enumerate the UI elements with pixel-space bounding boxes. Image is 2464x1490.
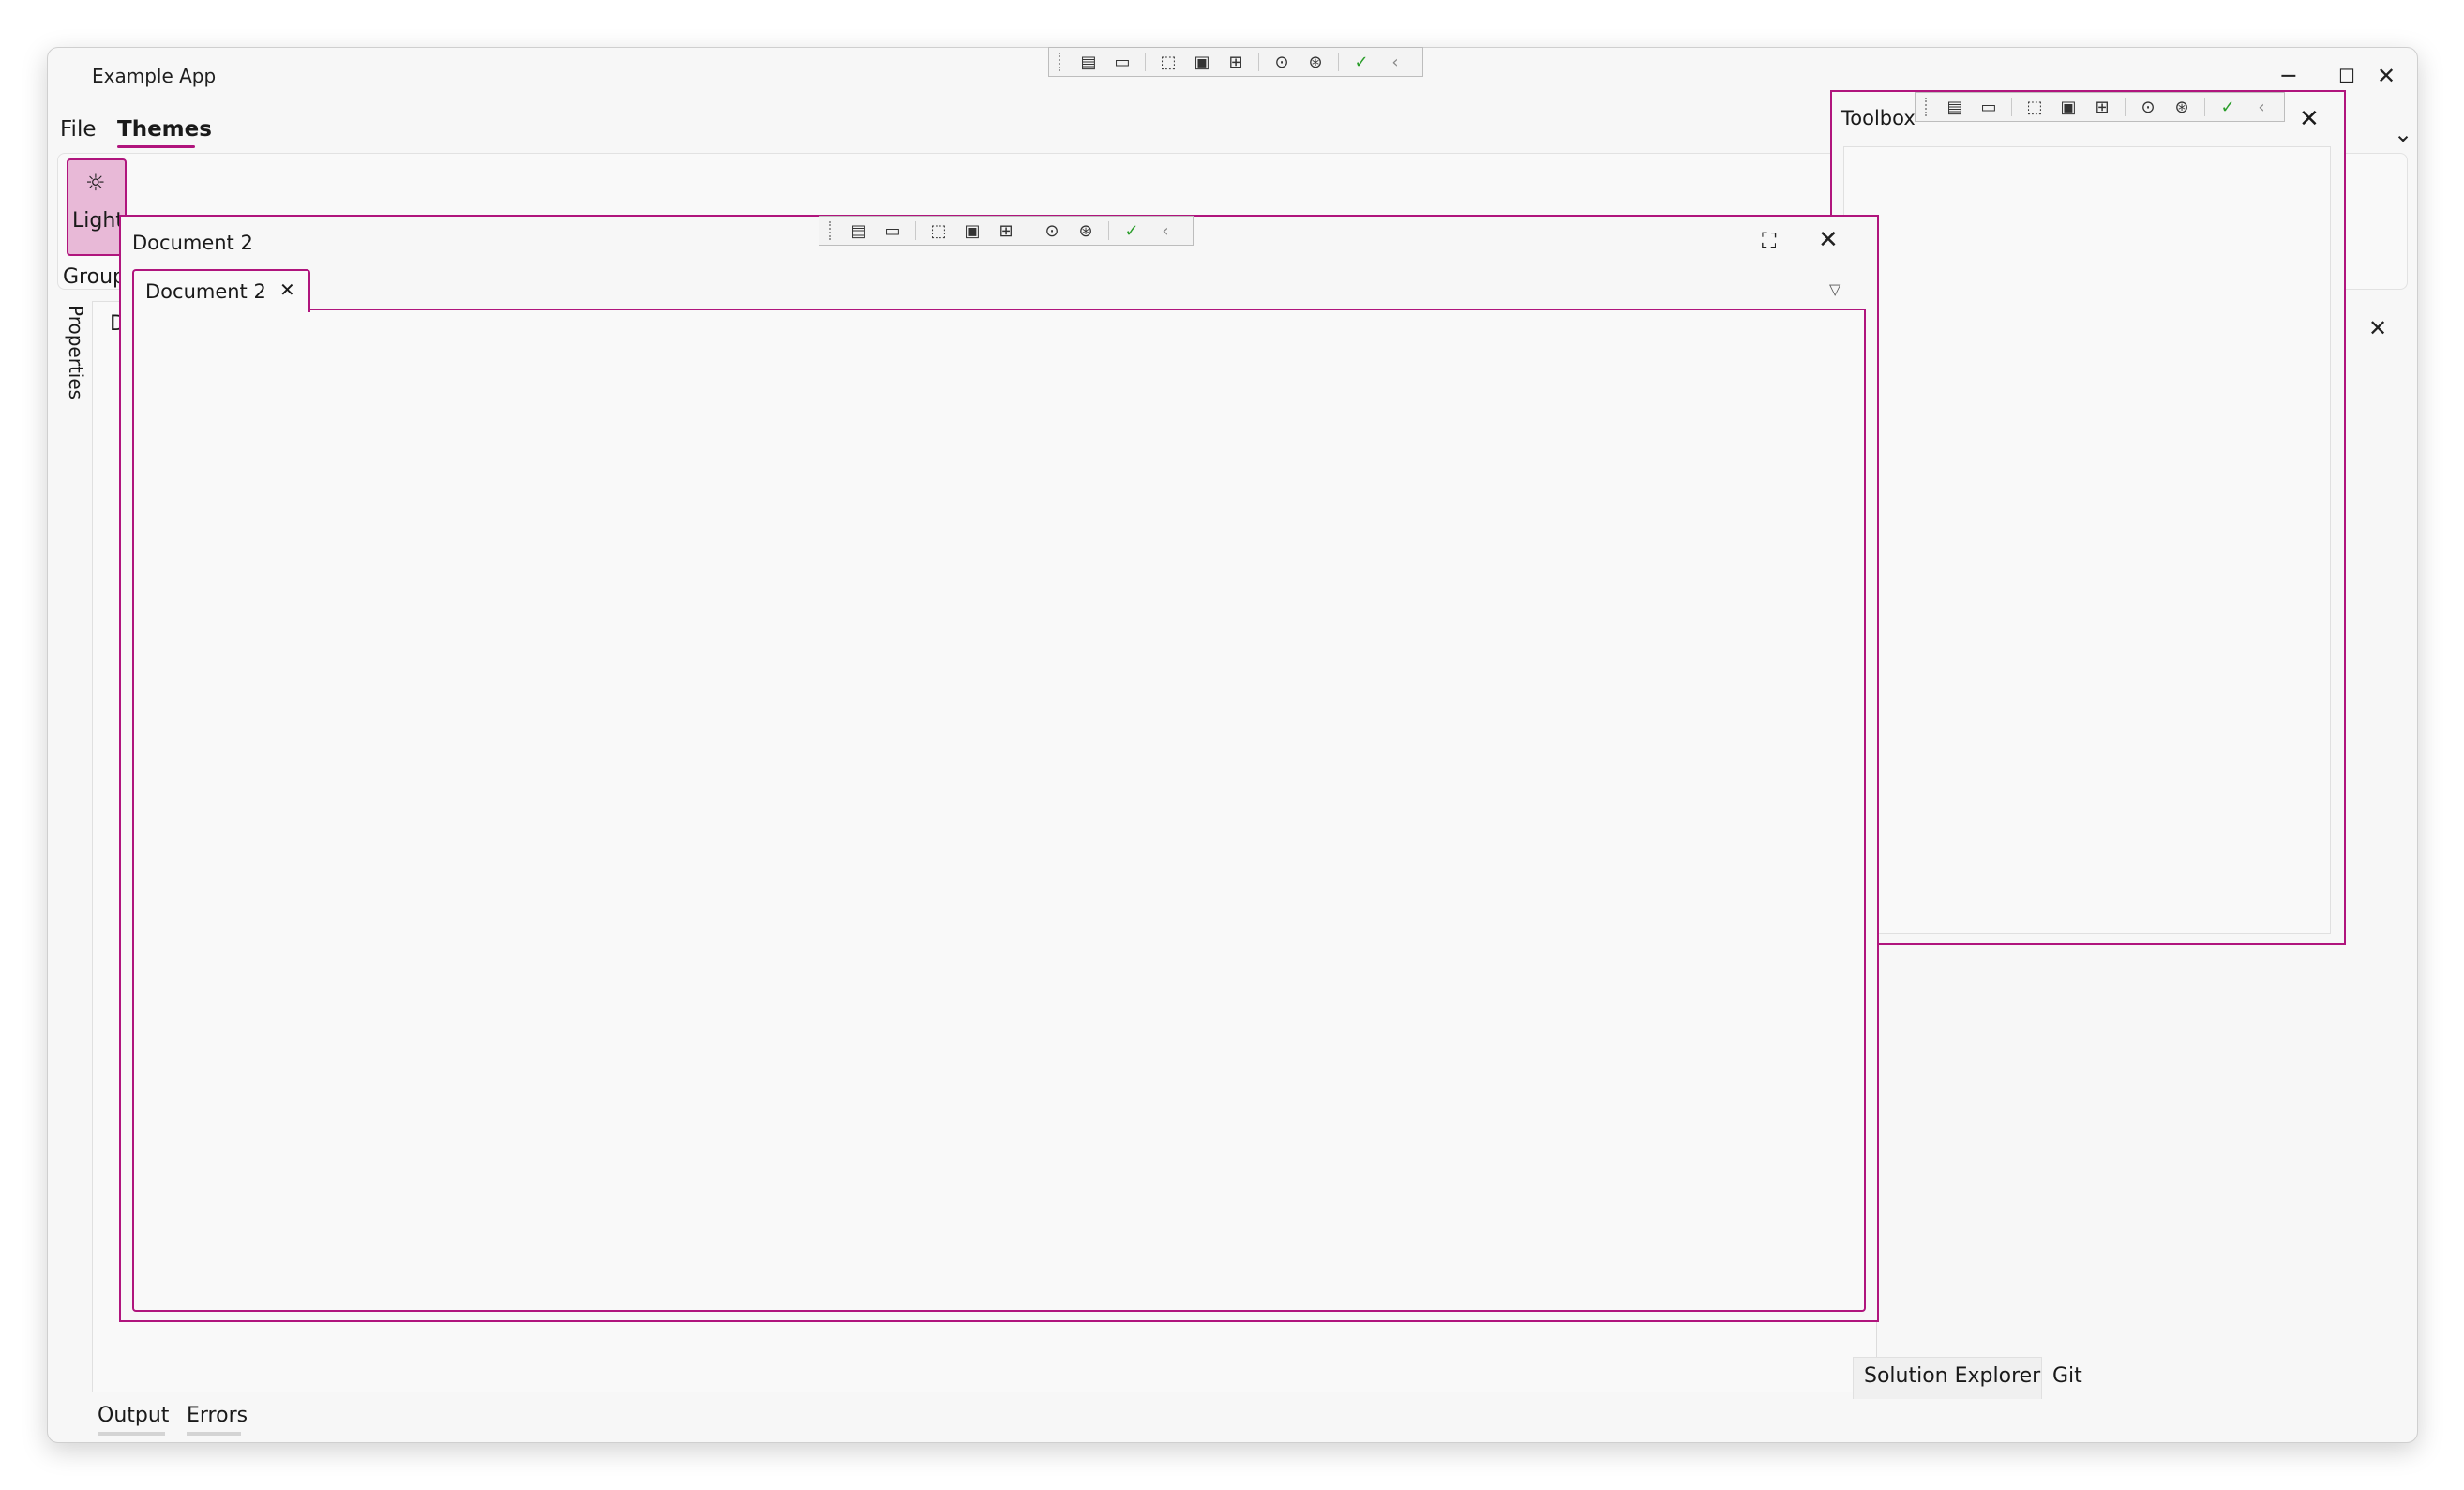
light-theme-button[interactable]: ☼ Light <box>67 158 127 256</box>
record-icon[interactable]: ▭ <box>881 221 904 241</box>
toolbar-grip[interactable] <box>1059 53 1066 71</box>
toolbar-separator <box>2204 98 2205 116</box>
record-icon[interactable]: ▭ <box>1977 98 2000 117</box>
record-icon[interactable]: ▭ <box>1111 53 1134 72</box>
track-focus-icon[interactable]: ⊞ <box>1224 53 1247 72</box>
toolbox-content <box>1843 146 2331 934</box>
document-content[interactable] <box>132 309 1866 1312</box>
toolbar-separator <box>1108 221 1109 240</box>
close-icon[interactable]: ✕ <box>1818 226 1839 254</box>
track-focus-icon[interactable]: ⊞ <box>2091 98 2113 117</box>
active-menu-indicator <box>117 145 195 148</box>
chevron-down-icon[interactable]: ⌄ <box>2394 121 2412 147</box>
tab-errors-indicator <box>187 1432 241 1436</box>
live-visual-tree-icon[interactable]: ▤ <box>1944 98 1966 117</box>
accessibility-icon[interactable]: ⊛ <box>1074 221 1097 241</box>
toolbar-separator <box>1258 53 1259 71</box>
tab-output[interactable]: Output <box>98 1404 169 1427</box>
track-focus-icon[interactable]: ⊞ <box>995 221 1017 241</box>
light-theme-label: Light <box>72 209 124 233</box>
properties-side-tab[interactable]: Properties <box>63 305 87 408</box>
collapse-icon[interactable]: ‹ <box>1154 221 1177 241</box>
document-tab[interactable]: Document 2 ✕ <box>132 269 310 312</box>
tab-solution-explorer[interactable]: Solution Explorer <box>1864 1364 2040 1388</box>
menu-file[interactable]: File <box>60 117 97 142</box>
tab-git[interactable]: Git <box>2052 1364 2082 1388</box>
document-tab-label: Document 2 <box>145 280 266 303</box>
toolbar-separator <box>2011 98 2012 116</box>
debug-toolbar-toolbox: ▤ ▭ ⬚ ▣ ⊞ ⊙ ⊛ ✓ ‹ <box>1915 92 2285 122</box>
close-icon: ✕ <box>2376 63 2396 89</box>
hot-reload-check-icon[interactable]: ✓ <box>1120 221 1143 241</box>
tab-dropdown-icon[interactable]: ▽ <box>1829 280 1840 298</box>
document-window-title: Document 2 <box>132 232 253 254</box>
right-dock-close-icon[interactable]: ✕ <box>2368 315 2387 341</box>
tab-close-icon[interactable]: ✕ <box>279 278 295 301</box>
accessibility-icon[interactable]: ⊛ <box>1304 53 1327 72</box>
live-visual-tree-icon[interactable]: ▤ <box>1077 53 1100 72</box>
toolbox-title: Toolbox <box>1841 107 1916 129</box>
collapse-icon[interactable]: ‹ <box>1384 53 1406 72</box>
select-element-icon[interactable]: ⬚ <box>927 221 950 241</box>
collapse-icon[interactable]: ‹ <box>2250 98 2273 117</box>
document-window: Document 2 ⛶ ✕ Document 2 ✕ ▽ <box>119 215 1879 1322</box>
display-layout-adorners-icon[interactable]: ▣ <box>961 221 984 241</box>
toolbar-grip[interactable] <box>829 221 836 240</box>
hot-reload-check-icon[interactable]: ✓ <box>1350 53 1373 72</box>
toolbar-separator <box>2125 98 2126 116</box>
toolbar-separator <box>1338 53 1339 71</box>
debug-toolbar-document: ▤ ▭ ⬚ ▣ ⊞ ⊙ ⊛ ✓ ‹ <box>819 216 1194 246</box>
ribbon-group-label: Group <box>63 265 126 289</box>
binding-failures-icon[interactable]: ⊙ <box>1041 221 1063 241</box>
select-element-icon[interactable]: ⬚ <box>2023 98 2046 117</box>
select-element-icon[interactable]: ⬚ <box>1157 53 1179 72</box>
binding-failures-icon[interactable]: ⊙ <box>2137 98 2159 117</box>
tab-output-indicator <box>98 1432 165 1436</box>
tab-errors[interactable]: Errors <box>187 1404 248 1427</box>
app-title: Example App <box>92 65 217 87</box>
display-layout-adorners-icon[interactable]: ▣ <box>2057 98 2080 117</box>
toolbar-grip[interactable] <box>1925 98 1932 116</box>
display-layout-adorners-icon[interactable]: ▣ <box>1191 53 1213 72</box>
toolbox-window: Toolbox ✕ <box>1830 90 2346 945</box>
binding-failures-icon[interactable]: ⊙ <box>1270 53 1293 72</box>
minimize-icon: ─ <box>2281 63 2296 89</box>
menu-themes[interactable]: Themes <box>117 117 212 142</box>
hot-reload-check-icon[interactable]: ✓ <box>2216 98 2239 117</box>
toolbar-separator <box>915 221 916 240</box>
sun-icon: ☼ <box>85 170 106 196</box>
toolbox-close-icon[interactable]: ✕ <box>2299 105 2320 133</box>
toolbar-separator <box>1145 53 1146 71</box>
debug-toolbar-main: ▤ ▭ ⬚ ▣ ⊞ ⊙ ⊛ ✓ ‹ <box>1048 47 1423 77</box>
maximize-icon: ☐ <box>2338 65 2355 87</box>
close-button[interactable]: ✕ <box>2360 55 2412 97</box>
accessibility-icon[interactable]: ⊛ <box>2171 98 2193 117</box>
maximize-icon[interactable]: ⛶ <box>1762 230 1776 253</box>
live-visual-tree-icon[interactable]: ▤ <box>848 221 870 241</box>
